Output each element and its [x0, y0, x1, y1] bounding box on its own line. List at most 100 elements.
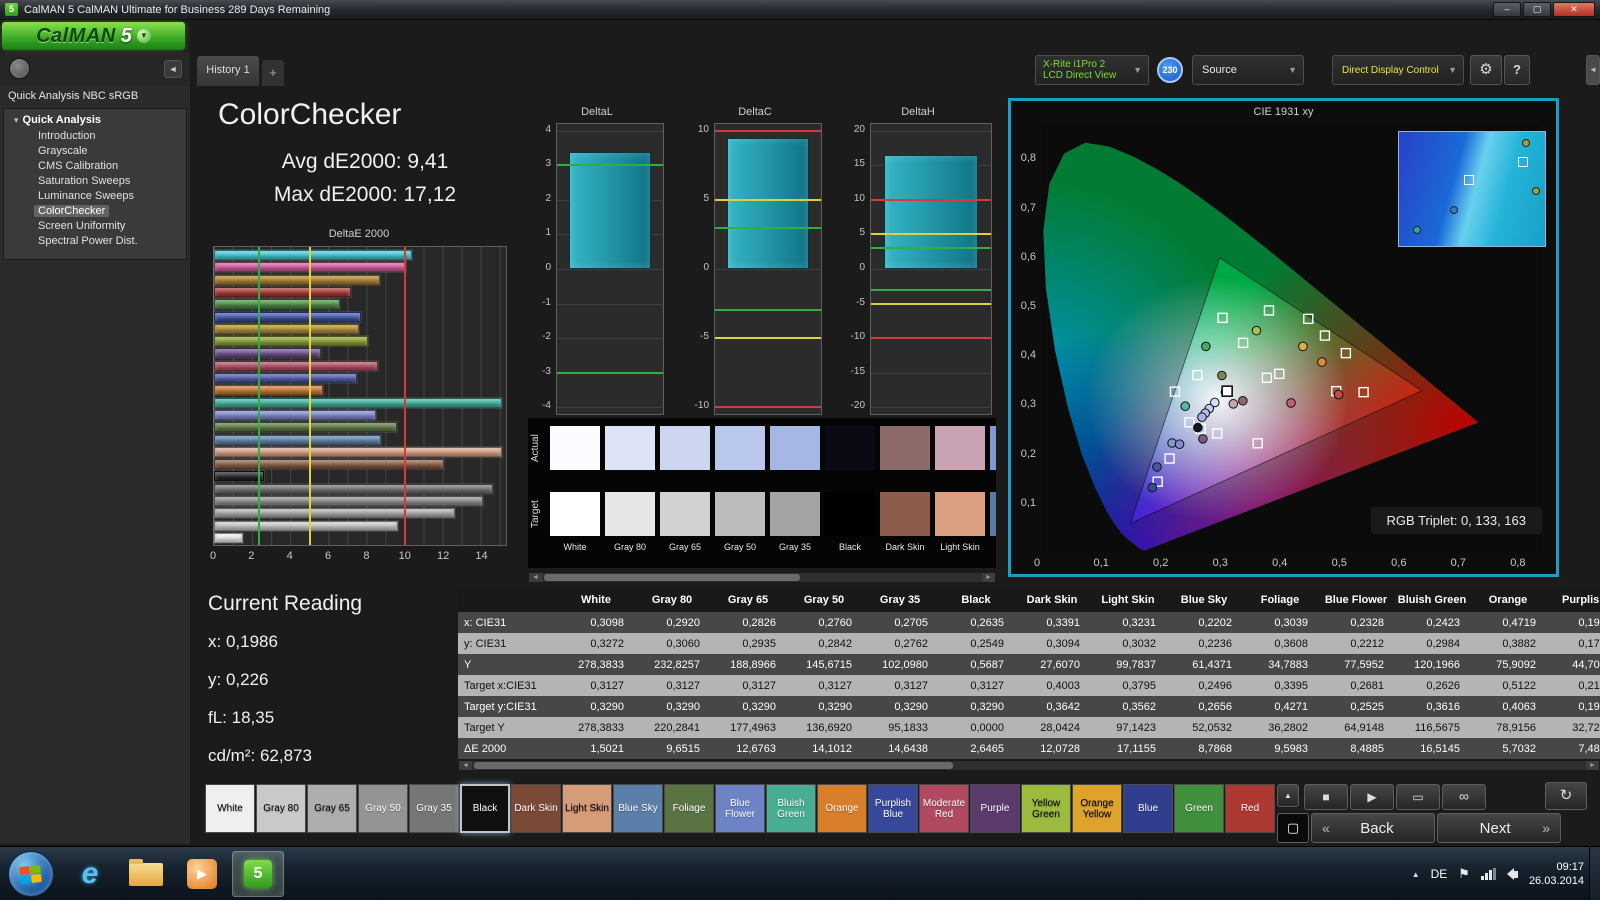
- help-button[interactable]: ?: [1504, 55, 1530, 85]
- table-cell: 32,7210: [1572, 721, 1600, 734]
- sidebar-item-screen-uniformity[interactable]: Screen Uniformity: [4, 219, 186, 234]
- deltae-bar-foliage: [213, 421, 398, 434]
- patch-button-white[interactable]: White: [205, 784, 255, 833]
- patch-button-dark-skin[interactable]: Dark Skin: [511, 784, 561, 833]
- play-button[interactable]: ▶: [1350, 784, 1394, 810]
- network-icon[interactable]: [1480, 868, 1496, 880]
- patch-button-orange[interactable]: Orange: [817, 784, 867, 833]
- patch-button-light-skin[interactable]: Light Skin: [562, 784, 612, 833]
- add-tab-button[interactable]: +: [261, 59, 285, 86]
- reading-y: y: 0,226: [208, 670, 269, 689]
- next-button[interactable]: Next »: [1437, 813, 1561, 843]
- reference-line: [715, 337, 821, 340]
- table-cell: 28,0424: [1040, 721, 1080, 734]
- calman-logo[interactable]: CalMAN 5 ▼: [2, 22, 185, 50]
- patch-button-gray-65[interactable]: Gray 65: [307, 784, 357, 833]
- patch-button-gray-80[interactable]: Gray 80: [256, 784, 306, 833]
- meter-dropdown[interactable]: X-Rite i1Pro 2 LCD Direct View ▼: [1035, 55, 1149, 85]
- loop-button[interactable]: ∞: [1442, 784, 1486, 810]
- y-tick-label: -5: [700, 331, 709, 343]
- grid-line: [871, 130, 991, 132]
- sidebar-item-spectral-power-dist-[interactable]: Spectral Power Dist.: [4, 234, 186, 249]
- delta-e-plot: [212, 246, 507, 546]
- patch-button-bluish-green[interactable]: Bluish Green: [766, 784, 816, 833]
- sidebar-item-cms-calibration[interactable]: CMS Calibration: [4, 159, 186, 174]
- scroll-up-button[interactable]: ▲: [1277, 784, 1299, 807]
- workflow-menu-button[interactable]: [9, 58, 30, 79]
- stop-button[interactable]: ■: [1304, 784, 1348, 810]
- maximize-button[interactable]: ▢: [1523, 2, 1551, 17]
- volume-icon[interactable]: [1506, 868, 1518, 880]
- action-center-flag-icon[interactable]: ⚑: [1458, 866, 1470, 882]
- language-indicator[interactable]: DE: [1431, 867, 1448, 881]
- y-tick-label: 0,8: [1020, 152, 1036, 165]
- sidebar-item-colorchecker[interactable]: ColorChecker: [4, 204, 186, 219]
- patch-button-foliage[interactable]: Foliage: [664, 784, 714, 833]
- close-button[interactable]: ✕: [1553, 2, 1595, 17]
- tree-root-item[interactable]: ▾ Quick Analysis: [4, 112, 186, 129]
- patch-button-blue-sky[interactable]: Blue Sky: [613, 784, 663, 833]
- patch-button-blue-flower[interactable]: Blue Flower: [715, 784, 765, 833]
- sidebar-item-label: Introduction: [38, 130, 96, 142]
- patch-button-orange-yellow[interactable]: Orange Yellow: [1072, 784, 1122, 833]
- sidebar-item-saturation-sweeps[interactable]: Saturation Sweeps: [4, 174, 186, 189]
- deltae-bar-orange: [213, 384, 324, 397]
- patch-button-black[interactable]: Black: [460, 784, 510, 833]
- y-tick-label: 3: [545, 158, 551, 170]
- table-scrollbar[interactable]: ◄ ►: [458, 760, 1600, 771]
- swatch-scrollbar[interactable]: ◄ ►: [528, 572, 996, 583]
- patch-button-gray-35[interactable]: Gray 35: [409, 784, 459, 833]
- tab-history[interactable]: History 1: [196, 55, 260, 86]
- table-cell: 116,5675: [1414, 721, 1460, 734]
- avg-de2000: Avg dE2000: 9,41: [281, 150, 449, 173]
- patch-button-blue[interactable]: Blue: [1123, 784, 1173, 833]
- pattern-button[interactable]: ▭: [1396, 784, 1440, 810]
- sidebar-item-luminance-sweeps[interactable]: Luminance Sweeps: [4, 189, 186, 204]
- x-tick-label: 0,4: [1272, 557, 1288, 569]
- show-desktop-button[interactable]: [1589, 847, 1600, 900]
- sidebar-collapse-button[interactable]: ◄: [164, 60, 182, 78]
- swatch-label: Dark Skin: [885, 542, 925, 552]
- y-tick-label: 0,1: [1020, 496, 1036, 509]
- back-button[interactable]: « Back: [1311, 813, 1435, 843]
- panel-edge-tab[interactable]: ◄: [1586, 55, 1600, 85]
- minimize-button[interactable]: –: [1493, 2, 1521, 17]
- pattern-window-button[interactable]: ▢: [1277, 813, 1309, 843]
- table-cell: 0,3290: [970, 700, 1004, 713]
- deltae-bar-orange-yellow: [213, 322, 360, 335]
- taskbar-item-media-player[interactable]: ▶: [176, 851, 228, 897]
- scroll-left-icon[interactable]: ◄: [529, 573, 542, 582]
- scroll-right-icon[interactable]: ►: [982, 573, 995, 582]
- start-button[interactable]: [8, 851, 54, 897]
- taskbar-item-explorer[interactable]: [120, 851, 172, 897]
- patch-button-green[interactable]: Green: [1174, 784, 1224, 833]
- sidebar-item-grayscale[interactable]: Grayscale: [4, 144, 186, 159]
- table-cell: 0,3127: [742, 679, 776, 692]
- patch-button-gray-50[interactable]: Gray 50: [358, 784, 408, 833]
- scrollbar-thumb[interactable]: [474, 762, 953, 769]
- deltae-bar-blue-sky: [212, 433, 383, 446]
- y-tick-label: 10: [697, 123, 709, 135]
- scrollbar-thumb[interactable]: [544, 574, 801, 581]
- patch-button-red[interactable]: Red: [1225, 784, 1275, 833]
- table-cell: 0,3562: [1122, 700, 1156, 713]
- refresh-button[interactable]: ↻: [1545, 782, 1587, 810]
- target-row-label: Target: [530, 500, 541, 528]
- logo-dropdown-icon[interactable]: ▼: [136, 29, 151, 43]
- hidden-icons-button[interactable]: ▲: [1412, 870, 1420, 879]
- settings-button[interactable]: ⚙: [1470, 55, 1502, 85]
- patch-button-purplish-blue[interactable]: Purplish Blue: [868, 784, 918, 833]
- source-dropdown[interactable]: Source ▼: [1192, 55, 1304, 85]
- taskbar-item-calman[interactable]: 5: [232, 851, 284, 897]
- taskbar-item-internet-explorer[interactable]: e: [64, 851, 116, 897]
- meter-status-badge[interactable]: 230: [1157, 57, 1183, 83]
- display-control-dropdown[interactable]: Direct Display Control ▼: [1332, 55, 1464, 85]
- table-cell: 220,2841: [654, 721, 700, 734]
- scroll-right-icon[interactable]: ►: [1586, 761, 1599, 770]
- patch-button-yellow-green[interactable]: Yellow Green: [1021, 784, 1071, 833]
- patch-button-purple[interactable]: Purple: [970, 784, 1020, 833]
- sidebar-item-introduction[interactable]: Introduction: [4, 129, 186, 144]
- patch-button-moderate-red[interactable]: Moderate Red: [919, 784, 969, 833]
- scroll-left-icon[interactable]: ◄: [459, 761, 472, 770]
- clock[interactable]: 09:17 26.03.2014: [1529, 860, 1584, 888]
